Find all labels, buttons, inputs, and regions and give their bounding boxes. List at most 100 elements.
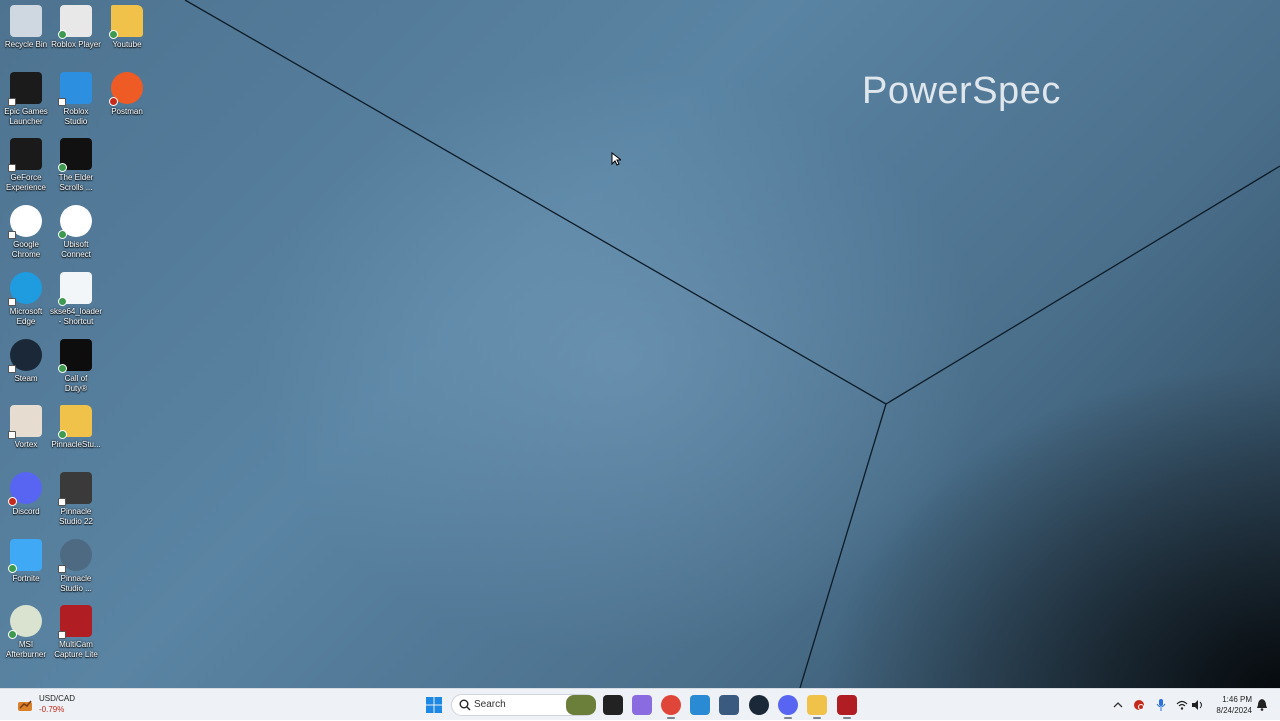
desktop-shortcut[interactable]: Steam xyxy=(0,338,52,384)
sync-ok-badge-icon xyxy=(58,430,67,440)
pinnacle-sb-icon xyxy=(58,538,92,573)
desktop-shortcut-label: The Elder Scrolls ... xyxy=(58,173,94,193)
desktop-shortcut[interactable]: Recycle Bin xyxy=(0,5,52,50)
shortcut-arrow-icon xyxy=(58,631,66,640)
sync-ok-badge-icon xyxy=(58,30,67,39)
desktop-shortcut[interactable]: Google Chrome xyxy=(0,205,52,260)
running-indicator xyxy=(843,717,851,719)
desktop-shortcut[interactable]: PinnacleStu... xyxy=(50,405,102,450)
desktop-shortcut[interactable]: Pinnacle Studio 22 xyxy=(50,471,102,527)
desktop-shortcut-label: Recycle Bin xyxy=(4,40,48,49)
desktop-shortcut[interactable]: MSI Afterburner xyxy=(0,605,52,660)
desktop-shortcut[interactable]: Postman xyxy=(101,71,153,117)
sync-ok-badge-icon xyxy=(8,563,17,573)
discord-icon xyxy=(8,471,42,506)
clock-date: 8/24/2024 xyxy=(1216,706,1252,715)
desktop-shortcut-label: Roblox Player xyxy=(51,40,101,49)
desktop-shortcut[interactable]: Vortex xyxy=(0,405,52,450)
desktop-shortcut[interactable]: GeForce Experience xyxy=(0,138,52,193)
desktop-shortcut[interactable]: The Elder Scrolls ... xyxy=(50,138,102,193)
folder-icon xyxy=(58,405,92,440)
desktop-shortcut-label: Epic Games Launcher xyxy=(4,106,48,126)
desktop-shortcut-label: MultiCam Capture Lite xyxy=(54,640,98,660)
desktop-shortcut[interactable]: Roblox Studio xyxy=(50,71,102,127)
postman-icon xyxy=(109,71,143,106)
desktop-shortcut[interactable]: MultiCam Capture Lite xyxy=(50,605,102,660)
wallpaper-lines xyxy=(184,0,1280,688)
desktop-shortcut[interactable]: Fortnite xyxy=(0,538,52,584)
vscode-icon[interactable] xyxy=(690,695,710,715)
windows-start-icon[interactable] xyxy=(424,695,444,715)
skse-icon xyxy=(58,271,92,306)
desktop-shortcut-label: Youtube xyxy=(112,40,142,49)
desktop[interactable]: PowerSpec Recycle Bin Roblox Player Youtub… xyxy=(0,0,1280,688)
epic-games-icon xyxy=(8,71,42,106)
desktop-shortcut[interactable]: Pinnacle Studio ... xyxy=(50,538,102,594)
shortcut-arrow-icon xyxy=(8,297,16,306)
chrome-icon xyxy=(8,205,42,240)
desktop-shortcut[interactable]: Epic Games Launcher xyxy=(0,71,52,127)
desktop-shortcut-label: Roblox Studio xyxy=(63,106,89,126)
elder-scrolls-icon xyxy=(58,138,92,173)
desktop-shortcut[interactable]: skse64_loader - Shortcut xyxy=(50,271,103,327)
desktop-shortcut-label: skse64_loader - Shortcut xyxy=(50,306,103,326)
running-indicator xyxy=(784,717,792,719)
desktop-shortcut[interactable]: Microsoft Edge xyxy=(0,271,52,327)
desktop-shortcut-label: Discord xyxy=(12,506,40,516)
desktop-shortcut-label: MSI Afterburner xyxy=(5,640,47,660)
desktop-shortcut[interactable]: Roblox Player xyxy=(50,5,102,50)
notification-bell-icon[interactable] xyxy=(1257,699,1267,711)
sync-ok-badge-icon xyxy=(58,296,67,306)
discord-icon[interactable] xyxy=(778,695,798,719)
shortcut-arrow-icon xyxy=(8,431,16,440)
chevron-up-icon[interactable] xyxy=(1113,700,1123,710)
desktop-shortcut-label: GeForce Experience xyxy=(5,173,47,193)
game-controller-icon[interactable] xyxy=(719,695,739,715)
shortcut-arrow-icon xyxy=(8,364,16,373)
copilot-icon[interactable] xyxy=(632,695,652,715)
desktop-shortcut[interactable]: Discord xyxy=(0,471,52,517)
steam-icon xyxy=(8,338,42,373)
chrome-icon[interactable] xyxy=(661,695,681,719)
recycle-bin-icon xyxy=(10,5,42,37)
edge-icon xyxy=(8,271,42,306)
fortnite-icon xyxy=(8,538,42,573)
antivirus-icon[interactable] xyxy=(1133,699,1145,711)
desktop-shortcut-label: PinnacleStu... xyxy=(51,440,101,450)
shortcut-arrow-icon xyxy=(58,497,66,506)
file-explorer-icon[interactable] xyxy=(807,695,827,719)
shortcut-arrow-icon xyxy=(58,564,66,573)
volume-icon[interactable] xyxy=(1192,700,1204,710)
stock-widget[interactable]: USD/CAD -0.79% xyxy=(6,689,96,721)
roblox-studio-icon xyxy=(58,71,92,106)
stock-widget-value: -0.79% xyxy=(39,705,65,714)
search-icon xyxy=(459,699,471,711)
running-indicator xyxy=(667,717,675,719)
sync-ok-badge-icon xyxy=(109,30,118,39)
tank-game-icon[interactable] xyxy=(566,695,596,715)
microphone-icon[interactable] xyxy=(1156,699,1166,711)
sync-ok-badge-icon xyxy=(58,363,67,373)
desktop-shortcut-label: Microsoft Edge xyxy=(9,306,43,326)
desktop-shortcut[interactable]: Youtube xyxy=(101,5,153,50)
task-view-icon[interactable] xyxy=(603,695,623,715)
wallpaper-brand-text: PowerSpec xyxy=(862,70,1061,112)
multicam-icon xyxy=(58,605,92,640)
geforce-icon xyxy=(8,138,42,173)
steam-icon[interactable] xyxy=(749,695,769,715)
desktop-shortcut-label: Fortnite xyxy=(12,573,40,583)
wifi-icon[interactable] xyxy=(1176,700,1188,710)
clock[interactable]: 1:46 PM 8/24/2024 xyxy=(1216,694,1252,716)
msi-afterburner-icon xyxy=(8,605,42,640)
ubisoft-icon xyxy=(58,205,92,240)
stock-widget-label: USD/CAD xyxy=(39,694,76,703)
desktop-shortcut[interactable]: Ubisoft Connect xyxy=(50,205,102,260)
multicam-icon[interactable] xyxy=(837,695,857,719)
sync-error-badge-icon xyxy=(109,96,118,106)
stock-chart-icon xyxy=(18,700,32,711)
desktop-shortcut-label: Ubisoft Connect xyxy=(61,240,91,260)
pinnacle-studio-icon xyxy=(58,471,92,506)
desktop-shortcut-label: Pinnacle Studio ... xyxy=(60,573,92,593)
desktop-shortcut-label: Pinnacle Studio 22 xyxy=(59,506,93,526)
desktop-shortcut[interactable]: Call of Duty® xyxy=(50,338,102,394)
